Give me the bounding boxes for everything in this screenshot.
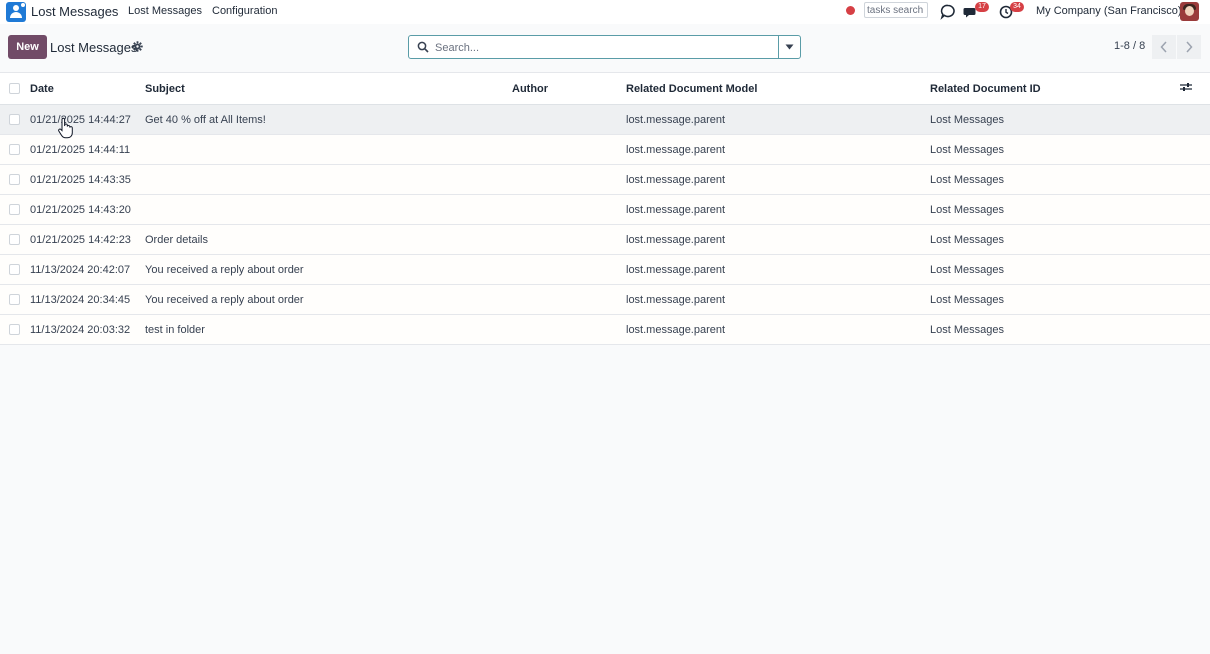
cell-doc-id: Lost Messages	[930, 134, 1180, 165]
gear-icon[interactable]	[132, 41, 143, 52]
row-checkbox[interactable]	[9, 234, 20, 246]
lost-messages-app-icon[interactable]	[6, 2, 26, 22]
row-checkbox[interactable]	[9, 114, 20, 126]
cell-author	[512, 194, 626, 225]
cell-subject: test in folder	[145, 314, 512, 345]
page-title: Lost Messages	[50, 40, 138, 55]
caret-down-icon	[785, 44, 794, 50]
cell-subject	[145, 194, 512, 225]
search-bar	[408, 35, 801, 59]
chevron-right-icon	[1186, 41, 1193, 53]
row-checkbox[interactable]	[9, 294, 20, 306]
table-row[interactable]: 01/21/2025 14:42:23 Order details lost.m…	[0, 224, 1210, 255]
cell-doc-id: Lost Messages	[930, 224, 1180, 255]
column-header-related-id[interactable]: Related Document ID	[930, 72, 1180, 105]
new-button[interactable]: New	[8, 35, 47, 59]
column-header-related-model[interactable]: Related Document Model	[626, 72, 930, 105]
table-row[interactable]: 01/21/2025 14:44:27 Get 40 % off at All …	[0, 104, 1210, 135]
tasks-search-input[interactable]	[864, 2, 928, 18]
cell-doc-id: Lost Messages	[930, 164, 1180, 195]
table-row[interactable]: 01/21/2025 14:43:35 lost.message.parent …	[0, 164, 1210, 195]
table-row[interactable]: 11/13/2024 20:03:32 test in folder lost.…	[0, 314, 1210, 345]
pager-value[interactable]: 1-8 / 8	[1114, 40, 1145, 52]
row-checkbox[interactable]	[9, 144, 20, 156]
activities-badge: 34	[1010, 2, 1024, 12]
row-checkbox[interactable]	[9, 324, 20, 336]
cell-doc-id: Lost Messages	[930, 194, 1180, 225]
cell-subject	[145, 134, 512, 165]
cell-subject: Get 40 % off at All Items!	[145, 104, 512, 135]
cell-subject: Order details	[145, 224, 512, 255]
recording-indicator-icon	[846, 6, 855, 15]
select-all-cell[interactable]	[0, 72, 30, 105]
app-brand[interactable]: Lost Messages	[31, 4, 118, 19]
select-all-checkbox[interactable]	[9, 83, 20, 95]
cell-date: 11/13/2024 20:42:07	[30, 254, 145, 285]
messages-badge: 17	[975, 2, 989, 12]
cell-author	[512, 284, 626, 315]
menu-item-configuration[interactable]: Configuration	[212, 5, 277, 17]
cell-doc-id: Lost Messages	[930, 254, 1180, 285]
cell-model: lost.message.parent	[626, 134, 930, 165]
cell-model: lost.message.parent	[626, 194, 930, 225]
pager-previous-button[interactable]	[1152, 35, 1176, 59]
cell-doc-id: Lost Messages	[930, 284, 1180, 315]
table-row[interactable]: 01/21/2025 14:43:20 lost.message.parent …	[0, 194, 1210, 225]
table-header-row: Date Subject Author Related Document Mod…	[0, 72, 1210, 105]
column-header-author[interactable]: Author	[512, 72, 626, 105]
cell-subject: You received a reply about order	[145, 284, 512, 315]
cell-author	[512, 254, 626, 285]
cell-model: lost.message.parent	[626, 314, 930, 345]
row-checkbox[interactable]	[9, 174, 20, 186]
menu-item-lost-messages[interactable]: Lost Messages	[128, 5, 202, 17]
cell-author	[512, 134, 626, 165]
cell-date: 01/21/2025 14:43:20	[30, 194, 145, 225]
cell-subject	[145, 164, 512, 195]
search-input[interactable]	[433, 38, 777, 58]
row-checkbox[interactable]	[9, 204, 20, 216]
table-row[interactable]: 01/21/2025 14:44:11 lost.message.parent …	[0, 134, 1210, 165]
cell-model: lost.message.parent	[626, 104, 930, 135]
column-header-date[interactable]: Date	[30, 72, 145, 105]
company-switcher[interactable]: My Company (San Francisco)	[1036, 5, 1182, 17]
cell-doc-id: Lost Messages	[930, 104, 1180, 135]
cell-model: lost.message.parent	[626, 254, 930, 285]
cell-date: 11/13/2024 20:34:45	[30, 284, 145, 315]
row-checkbox[interactable]	[9, 264, 20, 276]
column-header-subject[interactable]: Subject	[145, 72, 512, 105]
cell-author	[512, 164, 626, 195]
cell-date: 01/21/2025 14:44:27	[30, 104, 145, 135]
cell-model: lost.message.parent	[626, 164, 930, 195]
cell-author	[512, 314, 626, 345]
pager-next-button[interactable]	[1177, 35, 1201, 59]
cell-author	[512, 104, 626, 135]
chevron-left-icon	[1160, 41, 1167, 53]
table-row[interactable]: 11/13/2024 20:42:07 You received a reply…	[0, 254, 1210, 285]
optional-columns-cell[interactable]	[1180, 72, 1210, 105]
cell-author	[512, 224, 626, 255]
optional-columns-icon[interactable]	[1180, 82, 1192, 92]
cell-model: lost.message.parent	[626, 284, 930, 315]
cell-date: 01/21/2025 14:44:11	[30, 134, 145, 165]
search-options-toggle[interactable]	[778, 36, 800, 58]
search-icon	[417, 41, 429, 53]
cell-date: 01/21/2025 14:42:23	[30, 224, 145, 255]
top-navbar: Lost Messages Lost Messages Configuratio…	[0, 0, 1210, 24]
cell-date: 11/13/2024 20:03:32	[30, 314, 145, 345]
messages-table: Date Subject Author Related Document Mod…	[0, 72, 1210, 345]
cell-model: lost.message.parent	[626, 224, 930, 255]
table-row[interactable]: 11/13/2024 20:34:45 You received a reply…	[0, 284, 1210, 315]
user-avatar[interactable]	[1180, 2, 1199, 21]
discuss-icon[interactable]	[939, 3, 957, 21]
cell-date: 01/21/2025 14:43:35	[30, 164, 145, 195]
cell-doc-id: Lost Messages	[930, 314, 1180, 345]
cell-subject: You received a reply about order	[145, 254, 512, 285]
